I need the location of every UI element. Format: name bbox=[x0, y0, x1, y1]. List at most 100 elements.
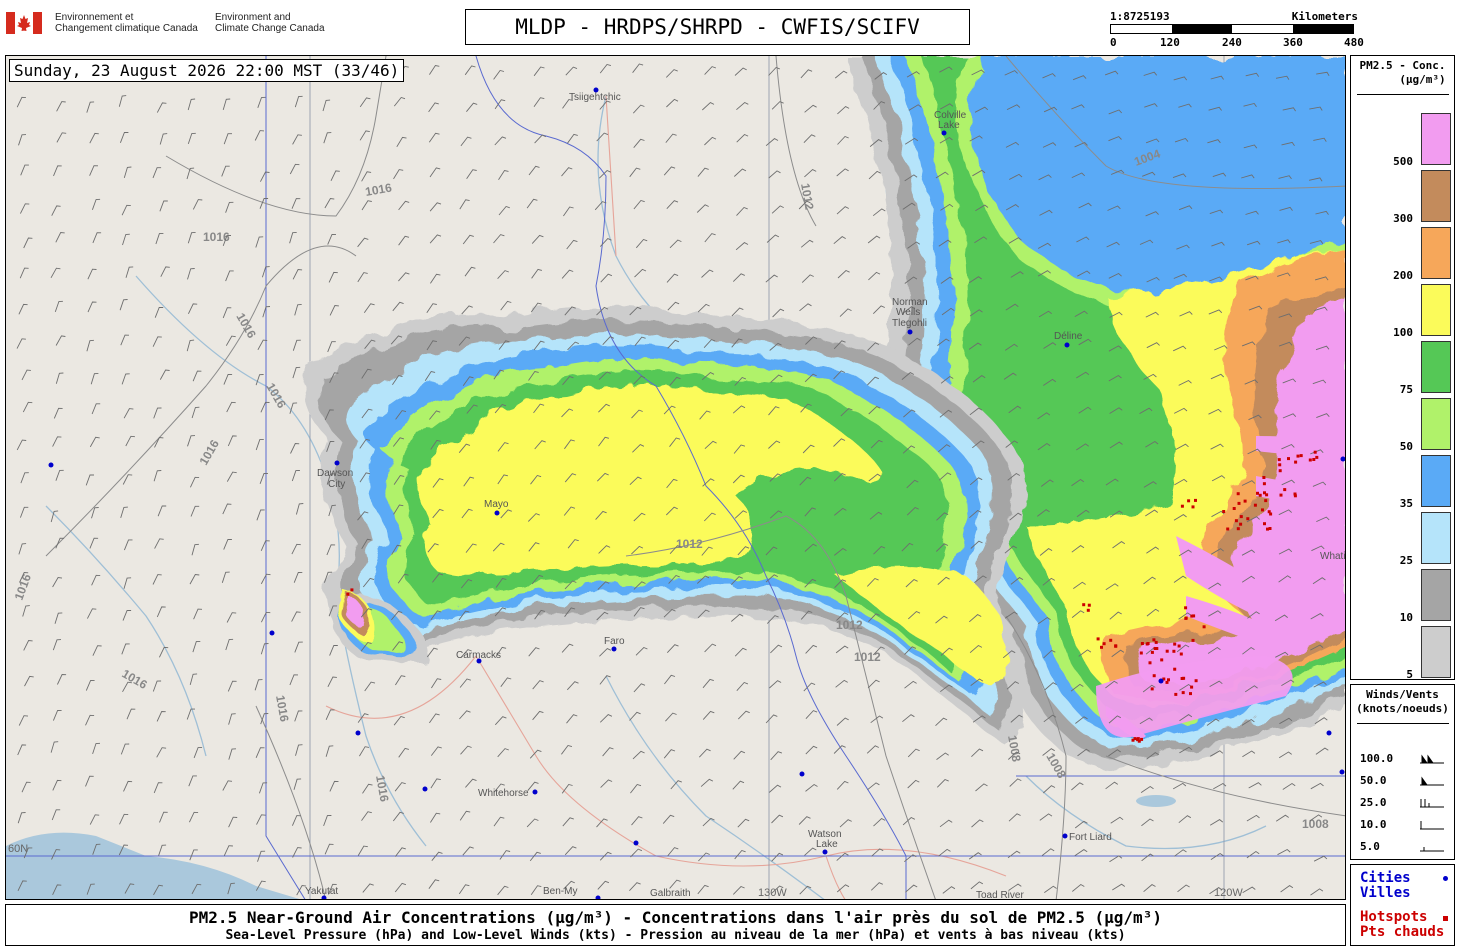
pm25-swatch bbox=[1421, 398, 1451, 450]
hotspot-marker bbox=[1174, 692, 1178, 696]
canada-flag-icon bbox=[6, 12, 42, 34]
pm25-swatch-label: 25 bbox=[1399, 554, 1413, 567]
scale-bar: 1:8725193 Kilometers 0 120 240 360 480 bbox=[1110, 10, 1364, 50]
hotspot-marker bbox=[1190, 685, 1194, 689]
wind-legend-row: 5.0 bbox=[1360, 840, 1450, 854]
hotspot-marker bbox=[1296, 454, 1300, 458]
parallel-label-60n: 60N bbox=[8, 843, 28, 855]
hotspot-marker bbox=[1146, 642, 1150, 645]
city-label-dawson-city: Dawson bbox=[317, 468, 353, 479]
city-dot bbox=[907, 329, 913, 335]
city-dot bbox=[799, 771, 805, 777]
hotspot-marker bbox=[1243, 499, 1247, 503]
hotspot-marker bbox=[1114, 644, 1118, 648]
hotspot-marker bbox=[1239, 522, 1243, 526]
map-canvas[interactable]: 130W 120W 60N 1016 1016 1016 1016 1016 1… bbox=[6, 56, 1346, 900]
hotspot-marker bbox=[1102, 642, 1106, 646]
city-dot-icon bbox=[1443, 876, 1448, 881]
hotspot-marker bbox=[1140, 642, 1144, 645]
hotspot-marker bbox=[1236, 492, 1240, 496]
isobar-label: 1008 bbox=[1302, 817, 1329, 831]
pm25-swatch bbox=[1421, 455, 1451, 507]
hotspots-legend-line2: Pts chauds bbox=[1360, 924, 1445, 940]
hotspot-marker bbox=[1265, 493, 1269, 497]
hotspot-marker bbox=[1184, 606, 1188, 610]
wind-legend-title-line2: (knots/noeuds) bbox=[1356, 702, 1449, 715]
hotspot-marker bbox=[1256, 491, 1259, 495]
hotspot-marker bbox=[1263, 522, 1266, 526]
pm25-swatch-label: 100 bbox=[1393, 326, 1413, 339]
hotspot-marker bbox=[1187, 499, 1191, 503]
pm25-swatch-label: 5 bbox=[1406, 668, 1413, 681]
hotspot-marker bbox=[1184, 616, 1188, 620]
city-label-whati: Whati bbox=[1320, 551, 1346, 562]
city-dot bbox=[1340, 456, 1345, 462]
hotspot-marker bbox=[1165, 649, 1169, 653]
city-label-fort-liard: Fort Liard bbox=[1069, 832, 1112, 843]
hotspot-marker bbox=[1277, 458, 1281, 462]
hotspot-marker bbox=[1139, 651, 1143, 655]
city-label-whitehorse: Whitehorse bbox=[478, 788, 529, 799]
city-dot bbox=[355, 730, 361, 736]
hotspot-marker bbox=[1226, 527, 1230, 531]
scale-tick: 480 bbox=[1344, 36, 1364, 49]
cities-legend-label: Cities Villes bbox=[1360, 871, 1411, 901]
map-viewport[interactable]: 130W 120W 60N 1016 1016 1016 1016 1016 1… bbox=[5, 55, 1346, 900]
hotspot-marker bbox=[1140, 737, 1144, 741]
hotspot-marker bbox=[1189, 692, 1192, 696]
pm25-swatch bbox=[1421, 227, 1451, 279]
hotspot-marker bbox=[1109, 638, 1113, 642]
hotspot-marker bbox=[1165, 680, 1169, 684]
city-dot bbox=[1062, 833, 1068, 839]
cities-legend-line2: Villes bbox=[1360, 885, 1411, 901]
hotspot-marker bbox=[1278, 469, 1282, 473]
hotspot-marker bbox=[1087, 603, 1091, 607]
gov-wordmark-en: Environment and Climate Change Canada bbox=[215, 12, 325, 34]
city-label-yakutat: Yakutat bbox=[305, 886, 338, 897]
hotspot-marker bbox=[1172, 649, 1176, 653]
hotspot-marker bbox=[1152, 638, 1156, 642]
hotspot-marker bbox=[1234, 519, 1238, 523]
city-label-mayo: Mayo bbox=[484, 499, 509, 510]
wind-legend-row: 10.0 bbox=[1360, 818, 1450, 832]
hotspot-marker bbox=[1086, 608, 1090, 612]
pm25-swatch-label: 75 bbox=[1399, 383, 1413, 396]
hotspot-marker bbox=[1294, 460, 1298, 464]
hotspot-marker bbox=[1278, 463, 1282, 467]
hotspot-marker bbox=[1266, 527, 1269, 531]
pm25-swatch bbox=[1421, 569, 1451, 621]
hotspot-marker bbox=[350, 588, 354, 592]
city-label-norman-wells: Tlegohli bbox=[892, 318, 927, 329]
city-label-galbraith: Galbraith bbox=[650, 888, 691, 899]
city-label-watson-lake: Lake bbox=[816, 839, 838, 850]
hotspot-marker bbox=[1133, 737, 1137, 741]
hotspot-marker bbox=[1299, 454, 1303, 458]
pm25-swatch bbox=[1421, 113, 1451, 165]
wind-legend-row: 100.0 bbox=[1360, 752, 1450, 766]
hotspot-marker bbox=[1222, 510, 1226, 513]
hotspot-marker bbox=[346, 592, 350, 596]
hotspots-legend-line1: Hotspots bbox=[1360, 909, 1428, 925]
hotspot-marker bbox=[1269, 512, 1273, 516]
meridian-label-120w: 120W bbox=[1214, 887, 1243, 899]
hotspot-marker bbox=[1258, 493, 1262, 497]
hotspot-marker bbox=[1096, 637, 1100, 641]
pm25-legend-title-line2: (µg/m³) bbox=[1399, 73, 1446, 86]
scale-unit: Kilometers bbox=[1291, 10, 1358, 23]
symbols-legend: Cities Villes Hotspots Pts chauds bbox=[1350, 864, 1455, 946]
pm25-swatch bbox=[1421, 170, 1451, 222]
pm25-legend: PM2.5 - Conc. (µg/m³) 500 300 200 100 75 50 35… bbox=[1350, 55, 1455, 681]
wind-legend-row: 50.0 bbox=[1360, 774, 1450, 788]
hotspot-marker bbox=[1312, 458, 1316, 461]
pm25-swatch-label: 300 bbox=[1393, 212, 1413, 225]
cities-legend-line1: Cities bbox=[1360, 870, 1411, 886]
caption-line-2: Sea-Level Pressure (hPa) and Low-Level W… bbox=[225, 928, 1126, 943]
wind-speed-label: 10.0 bbox=[1360, 818, 1387, 831]
wind-speed-label: 25.0 bbox=[1360, 796, 1387, 809]
wind-legend-title-line1: Winds/Vents bbox=[1366, 688, 1439, 701]
city-dot bbox=[334, 460, 340, 466]
hotspot-marker bbox=[1082, 603, 1086, 607]
product-title: MLDP - HRDPS/SHRPD - CWFIS/SCIFV bbox=[465, 9, 970, 45]
hotspot-marker bbox=[1308, 458, 1312, 462]
forecast-timestamp: Sunday, 23 August 2026 22:00 MST (33/46) bbox=[9, 59, 405, 82]
